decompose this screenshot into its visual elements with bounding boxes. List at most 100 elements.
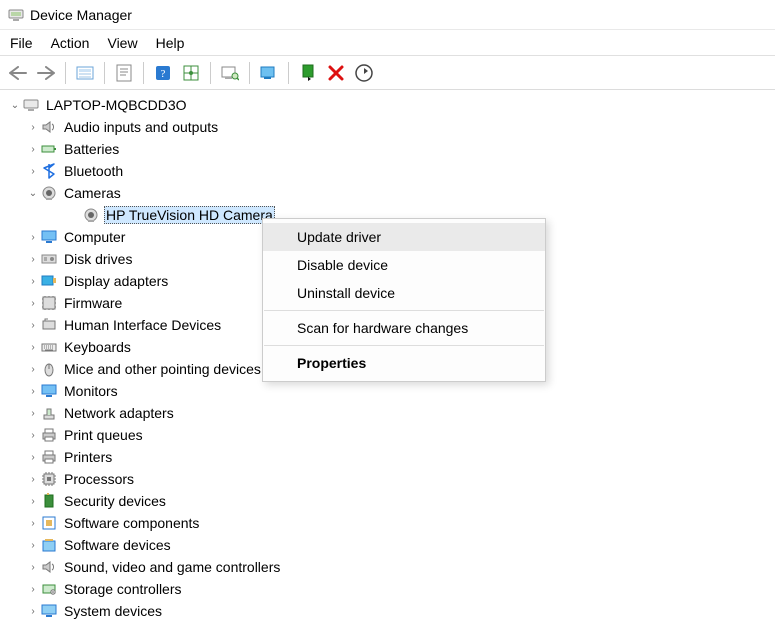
toolbar-separator [210, 62, 211, 84]
bluetooth-icon [40, 163, 58, 179]
ctx-separator [264, 345, 544, 346]
expand-toggle[interactable] [26, 166, 40, 177]
expand-toggle[interactable] [26, 342, 40, 353]
tree-category[interactable]: Audio inputs and outputs [8, 116, 775, 138]
tree-category[interactable]: Monitors [8, 380, 775, 402]
expand-toggle[interactable] [26, 232, 40, 243]
menu-action[interactable]: Action [51, 35, 90, 51]
expand-toggle[interactable] [26, 320, 40, 331]
expand-toggle[interactable] [26, 584, 40, 595]
tree-category-label: Keyboards [62, 339, 133, 355]
expand-toggle[interactable] [26, 298, 40, 309]
disk-icon [40, 251, 58, 267]
expand-toggle[interactable] [26, 606, 40, 617]
toolbar-separator [249, 62, 250, 84]
tree-category-label: Mice and other pointing devices [62, 361, 263, 377]
forward-button[interactable] [34, 61, 58, 85]
properties-sheet-button[interactable] [112, 61, 136, 85]
tree-category[interactable]: Security devices [8, 490, 775, 512]
tree-category[interactable]: System devices [8, 600, 775, 622]
security-icon [40, 493, 58, 509]
tree-category[interactable]: Network adapters [8, 402, 775, 424]
back-button[interactable] [6, 61, 30, 85]
expand-toggle[interactable] [26, 254, 40, 265]
help-button[interactable]: ? [151, 61, 175, 85]
tree-category[interactable]: Cameras [8, 182, 775, 204]
printer-icon [40, 427, 58, 443]
expand-toggle[interactable] [26, 562, 40, 573]
tree-category[interactable]: Software components [8, 512, 775, 534]
svg-text:?: ? [161, 68, 166, 80]
tree-category-label: Sound, video and game controllers [62, 559, 282, 575]
tree-category-label: Software components [62, 515, 201, 531]
tree-category-label: Storage controllers [62, 581, 184, 597]
expand-toggle[interactable] [26, 474, 40, 485]
tree-category[interactable]: Processors [8, 468, 775, 490]
expand-toggle[interactable] [26, 496, 40, 507]
expand-toggle[interactable] [26, 386, 40, 397]
tree-category-label: Security devices [62, 493, 168, 509]
expand-toggle[interactable] [26, 364, 40, 375]
menu-file[interactable]: File [10, 35, 33, 51]
tree-category-label: System devices [62, 603, 164, 619]
tree-category[interactable]: Batteries [8, 138, 775, 160]
expand-toggle[interactable] [8, 100, 22, 111]
title-bar: Device Manager [0, 0, 775, 30]
toolbar-separator [143, 62, 144, 84]
device-tree[interactable]: LAPTOP-MQBCDD3O Audio inputs and outputs… [0, 90, 775, 639]
hid-icon [40, 317, 58, 333]
ctx-uninstall-device[interactable]: Uninstall device [263, 279, 545, 307]
tree-device-label: HP TrueVision HD Camera [104, 206, 275, 224]
tree-category[interactable]: Software devices [8, 534, 775, 556]
tree-category-label: Network adapters [62, 405, 176, 421]
expand-toggle[interactable] [26, 518, 40, 529]
speaker-icon [40, 559, 58, 575]
expand-toggle[interactable] [26, 144, 40, 155]
toolbar: ? [0, 56, 775, 90]
window-title: Device Manager [30, 7, 132, 23]
scan-hardware-button[interactable] [218, 61, 242, 85]
show-hidden-button[interactable] [73, 61, 97, 85]
firmware-icon [40, 295, 58, 311]
speaker-icon [40, 119, 58, 135]
expand-toggle[interactable] [26, 122, 40, 133]
tree-category-label: Disk drives [62, 251, 134, 267]
ctx-properties[interactable]: Properties [263, 349, 545, 377]
expand-toggle[interactable] [26, 452, 40, 463]
battery-icon [40, 141, 58, 157]
tree-category-label: Audio inputs and outputs [62, 119, 220, 135]
expand-toggle[interactable] [26, 540, 40, 551]
expand-toggle[interactable] [26, 430, 40, 441]
tree-category-label: Printers [62, 449, 114, 465]
ctx-disable-device[interactable]: Disable device [263, 251, 545, 279]
menu-view[interactable]: View [107, 35, 137, 51]
expand-toggle[interactable] [26, 276, 40, 287]
camera-icon [82, 207, 100, 223]
storage-controller-icon [40, 581, 58, 597]
tree-category-label: Batteries [62, 141, 121, 157]
tree-category-label: Cameras [62, 185, 123, 201]
tree-category[interactable]: Print queues [8, 424, 775, 446]
tree-category[interactable]: Storage controllers [8, 578, 775, 600]
ctx-update-driver[interactable]: Update driver [263, 223, 545, 251]
keyboard-icon [40, 339, 58, 355]
toolbar-separator [104, 62, 105, 84]
uninstall-device-button[interactable] [352, 61, 376, 85]
expand-toggle[interactable] [26, 188, 40, 199]
network-icon [40, 405, 58, 421]
menu-help[interactable]: Help [156, 35, 185, 51]
display-adapter-icon [40, 273, 58, 289]
action-list-button[interactable] [179, 61, 203, 85]
disable-device-button[interactable] [324, 61, 348, 85]
tree-category[interactable]: Sound, video and game controllers [8, 556, 775, 578]
tree-category[interactable]: Printers [8, 446, 775, 468]
tree-category[interactable]: Bluetooth [8, 160, 775, 182]
update-driver-button[interactable] [257, 61, 281, 85]
enable-device-button[interactable] [296, 61, 320, 85]
tree-root[interactable]: LAPTOP-MQBCDD3O [8, 94, 775, 116]
ctx-scan-hardware-changes[interactable]: Scan for hardware changes [263, 314, 545, 342]
tree-root-label: LAPTOP-MQBCDD3O [44, 97, 189, 113]
tree-category-label: Firmware [62, 295, 124, 311]
expand-toggle[interactable] [26, 408, 40, 419]
tree-category-label: Human Interface Devices [62, 317, 223, 333]
